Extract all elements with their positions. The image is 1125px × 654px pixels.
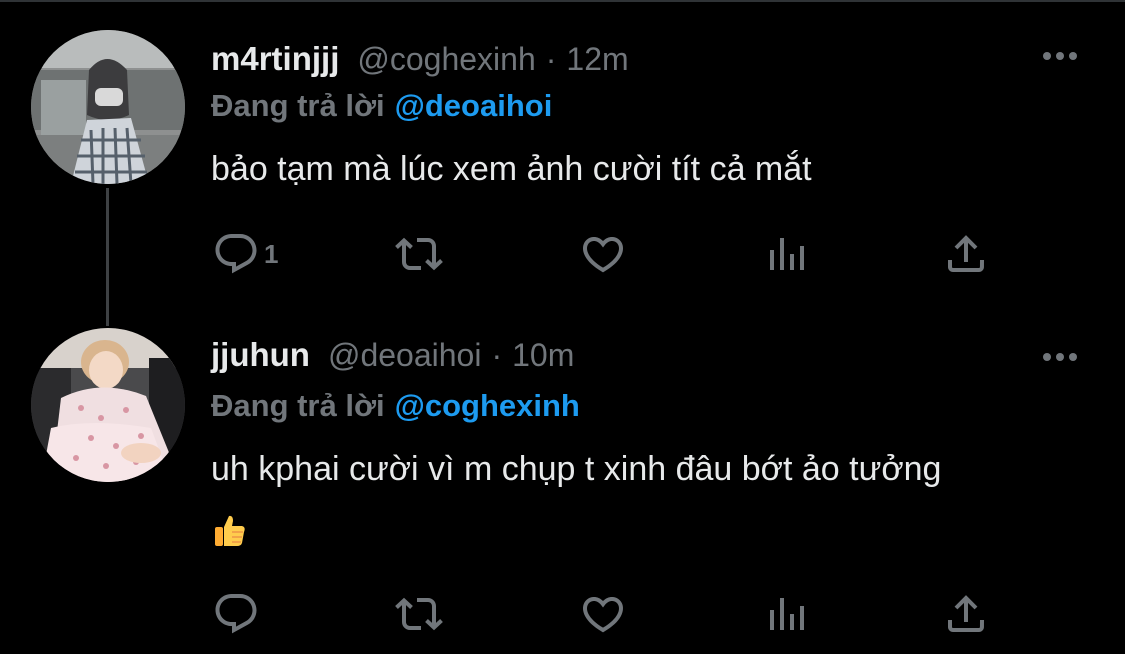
timestamp[interactable]: 10m <box>512 337 574 374</box>
analytics-icon <box>770 238 804 270</box>
like-button[interactable] <box>579 584 627 644</box>
tweet[interactable]: jjuhun @deoaihoi · 10m Đang trả lời @cogh… <box>0 310 1125 654</box>
timestamp[interactable]: 12m <box>566 41 628 78</box>
action-bar: 1 <box>0 224 1125 284</box>
analytics-button[interactable] <box>762 224 810 284</box>
avatar[interactable] <box>31 30 185 184</box>
action-bar <box>0 584 1125 644</box>
share-icon <box>948 595 984 632</box>
retweet-button[interactable] <box>395 224 443 284</box>
analytics-button[interactable] <box>762 584 810 644</box>
analytics-icon <box>770 598 804 630</box>
tweet-header: jjuhun @deoaihoi · 10m <box>211 336 574 374</box>
like-icon <box>582 597 624 633</box>
share-button[interactable] <box>942 224 990 284</box>
mention-link[interactable]: @coghexinh <box>395 388 580 423</box>
retweet-icon <box>395 237 443 271</box>
thumbs-up-emoji <box>211 502 1091 560</box>
reply-count: 1 <box>264 238 279 269</box>
reply-icon <box>215 234 257 274</box>
more-icon[interactable] <box>1043 52 1077 60</box>
more-icon[interactable] <box>1043 353 1077 361</box>
tweet-text: bảo tạm mà lúc xem ảnh cười tít cả mắt <box>211 150 812 188</box>
reply-prefix: Đang trả lời <box>211 88 385 123</box>
retweet-icon <box>395 597 443 631</box>
tweet-text-line: uh kphai cười vì m chụp t xinh đâu bớt ả… <box>211 450 942 488</box>
replying-to: Đang trả lời @deoaihoi <box>211 88 552 124</box>
reply-prefix: Đang trả lời <box>211 388 385 423</box>
display-name[interactable]: m4rtinjjj <box>211 40 339 78</box>
separator-dot: · <box>491 337 503 373</box>
reply-button[interactable]: 1 <box>212 224 278 284</box>
tweet-text: uh kphai cười vì m chụp t xinh đâu bớt ả… <box>211 436 1091 560</box>
tweet-header: m4rtinjjj @coghexinh · 12m <box>211 40 629 78</box>
retweet-button[interactable] <box>395 584 443 644</box>
avatar[interactable] <box>31 328 185 482</box>
mention-link[interactable]: @deoaihoi <box>395 88 553 123</box>
thumbs-up-icon <box>215 515 245 546</box>
tweet[interactable]: m4rtinjjj @coghexinh · 12m Đang trả lời @… <box>0 0 1125 310</box>
separator-dot: · <box>545 41 557 77</box>
replying-to: Đang trả lời @coghexinh <box>211 388 580 424</box>
share-icon <box>948 235 984 272</box>
user-handle[interactable]: @coghexinh <box>357 41 535 78</box>
like-icon <box>582 237 624 273</box>
share-button[interactable] <box>942 584 990 644</box>
reply-icon <box>215 594 257 634</box>
user-handle[interactable]: @deoaihoi <box>328 337 481 374</box>
display-name[interactable]: jjuhun <box>211 336 310 374</box>
reply-button[interactable] <box>212 584 264 644</box>
like-button[interactable] <box>579 224 627 284</box>
